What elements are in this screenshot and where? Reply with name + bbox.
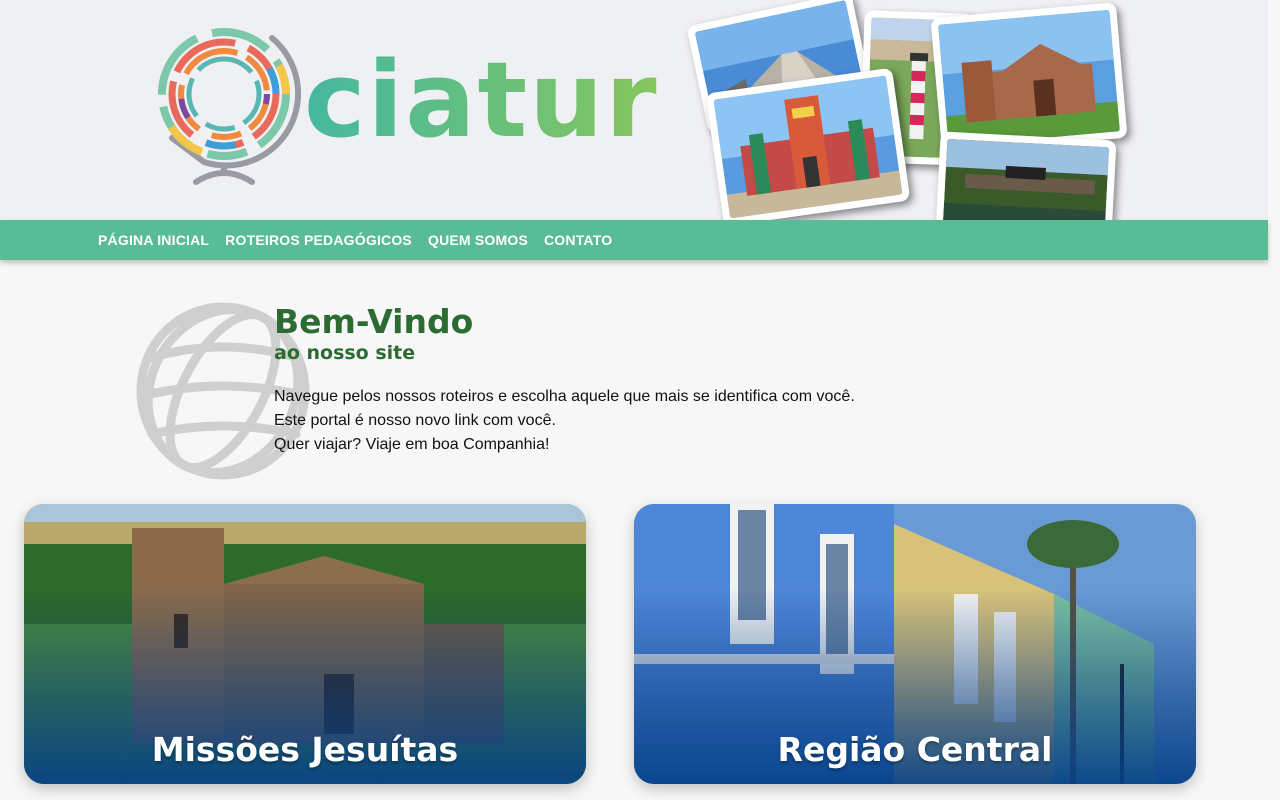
photo-train-bridge [935, 131, 1117, 220]
photo-church-ruins [930, 2, 1128, 154]
welcome-line: Quer viajar? Viaje em boa Companhia! [274, 436, 550, 453]
site-logo[interactable]: ciatur [152, 16, 692, 192]
welcome-text: Navegue pelos nossos roteiros e escolha … [274, 385, 974, 457]
site-header: ciatur [0, 0, 1268, 220]
card-title: Região Central [777, 730, 1053, 769]
card-title: Missões Jesuítas [151, 730, 459, 769]
nav-item-pagina-inicial[interactable]: PÁGINA INICIAL [90, 232, 217, 248]
main-nav: PÁGINA INICIAL ROTEIROS PEDAGÓGICOS QUEM… [0, 220, 1268, 260]
welcome-subtitle: ao nosso site [274, 342, 416, 364]
globe-logo-icon: ciatur [158, 28, 659, 185]
welcome-line: Navegue pelos nossos roteiros e escolha … [274, 388, 855, 405]
card-missoes-jesuitas[interactable]: Missões Jesuítas [24, 504, 586, 784]
logo-wordmark: ciatur [304, 39, 659, 161]
welcome-title: Bem-Vindo [274, 302, 474, 341]
nav-item-roteiros-pedagogicos[interactable]: ROTEIROS PEDAGÓGICOS [217, 232, 420, 248]
photo-castle [705, 67, 911, 220]
nav-item-quem-somos[interactable]: QUEM SOMOS [420, 232, 536, 248]
card-regiao-central[interactable]: Região Central [634, 504, 1196, 784]
welcome-line: Este portal é nosso novo link com você. [274, 412, 556, 429]
nav-item-contato[interactable]: CONTATO [536, 232, 620, 248]
